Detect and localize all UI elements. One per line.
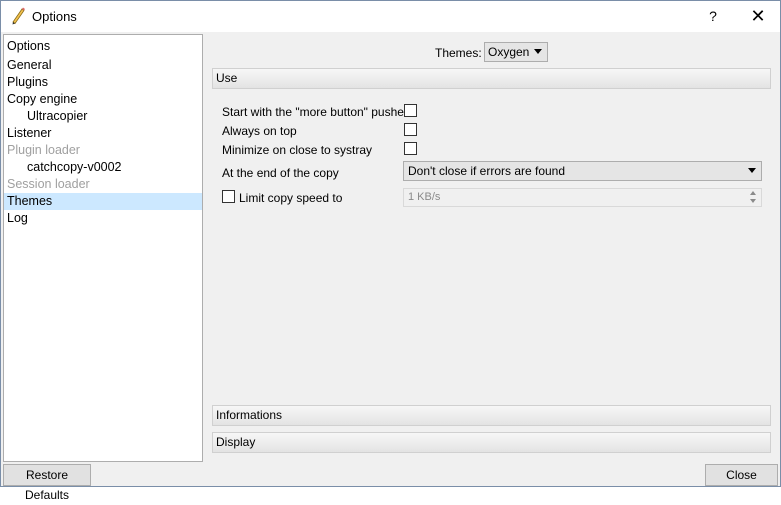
window-title: Options <box>32 9 77 24</box>
end-of-copy-label: At the end of the copy <box>222 166 339 180</box>
speed-spinbox: 1 KB/s <box>403 188 762 207</box>
sidebar-item-general[interactable]: General <box>4 57 202 74</box>
help-button[interactable]: ? <box>691 1 735 32</box>
themes-label: Themes: <box>435 46 482 60</box>
limit-speed-label: Limit copy speed to <box>239 191 343 205</box>
title-bar: Options ? ✕ <box>1 1 780 32</box>
sidebar-item-themes[interactable]: Themes <box>4 193 202 210</box>
speed-value: 1 KB/s <box>408 191 441 203</box>
spin-down-icon <box>750 199 756 203</box>
options-sidebar: Options General Plugins Copy engine Ultr… <box>3 34 203 462</box>
section-display-header[interactable]: Display <box>212 432 771 453</box>
end-of-copy-select[interactable]: Don't close if errors are found <box>403 161 762 181</box>
more-button-label: Start with the "more button" pushed <box>222 105 411 119</box>
always-on-top-label: Always on top <box>222 124 297 138</box>
themes-select-value: Oxygen <box>488 45 530 59</box>
sidebar-item-listener[interactable]: Listener <box>4 125 202 142</box>
spin-arrows <box>750 191 758 204</box>
minimize-systray-checkbox[interactable] <box>404 142 417 155</box>
sidebar-item-session-loader: Session loader <box>7 177 90 191</box>
always-on-top-checkbox[interactable] <box>404 123 417 136</box>
options-window: Options ? ✕ Options General Plugins Copy… <box>0 0 781 502</box>
section-informations-header[interactable]: Informations <box>212 405 771 426</box>
sidebar-item-options[interactable]: Options <box>4 38 202 55</box>
close-window-button[interactable]: ✕ <box>736 1 780 32</box>
close-button[interactable]: Close <box>705 464 778 486</box>
chevron-down-icon <box>534 49 542 54</box>
sidebar-item-ultracopier[interactable]: Ultracopier <box>4 108 202 125</box>
minimize-systray-label: Minimize on close to systray <box>222 143 373 157</box>
more-button-checkbox[interactable] <box>404 104 417 117</box>
limit-speed-checkbox[interactable] <box>222 190 235 203</box>
sidebar-item-copy-engine[interactable]: Copy engine <box>4 91 202 108</box>
chevron-down-icon <box>748 168 756 173</box>
end-of-copy-value: Don't close if errors are found <box>408 164 566 178</box>
sidebar-item-log[interactable]: Log <box>4 210 202 227</box>
sidebar-item-plugins[interactable]: Plugins <box>4 74 202 91</box>
sidebar-item-catchcopy[interactable]: catchcopy-v0002 <box>4 159 202 176</box>
section-use-header[interactable]: Use <box>212 68 771 89</box>
pencil-icon <box>10 7 26 25</box>
themes-select[interactable]: Oxygen <box>484 42 548 62</box>
sidebar-item-plugin-loader: Plugin loader <box>7 143 80 157</box>
restore-defaults-button[interactable]: Restore Defaults <box>3 464 91 502</box>
spin-up-icon <box>750 191 756 195</box>
